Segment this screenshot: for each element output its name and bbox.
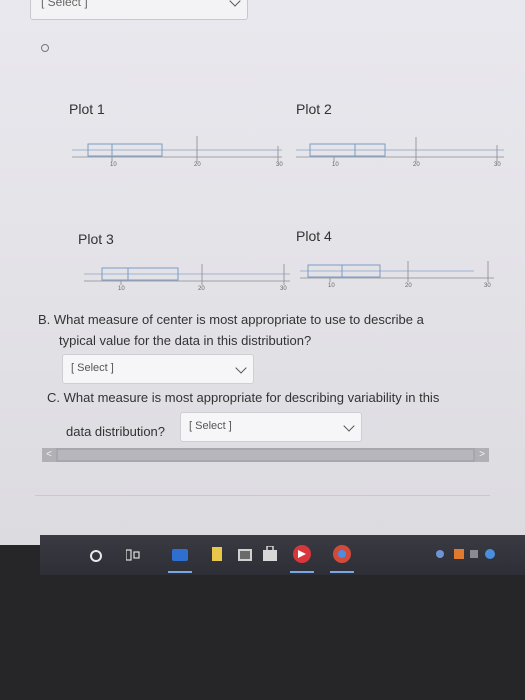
plot-2-title: Plot 2 <box>296 101 332 117</box>
plot-3-tick-20: 20 <box>198 286 205 292</box>
plot-2: 10 20 30 <box>296 137 504 182</box>
plot-1: 10 20 30 <box>72 136 283 181</box>
store-icon[interactable] <box>262 546 278 562</box>
question-c-select[interactable]: [ Select ] <box>180 412 362 442</box>
task-view-icon[interactable] <box>126 549 140 561</box>
file-explorer-icon[interactable] <box>212 547 222 561</box>
plot-1-tick-20: 20 <box>194 162 201 168</box>
top-select-dropdown[interactable]: [ Select ] <box>30 0 248 20</box>
active-app-indicator <box>168 571 192 573</box>
mail-icon[interactable] <box>238 549 252 561</box>
plot-3-tick-30: 30 <box>280 286 287 292</box>
chrome-browser-icon[interactable] <box>332 545 352 563</box>
plot-4-tick-20: 20 <box>405 283 412 289</box>
plot-1-title: Plot 1 <box>69 101 105 117</box>
plot-1-boxplot: 10 20 30 <box>72 136 283 168</box>
plot-1-tick-10: 10 <box>110 162 117 168</box>
app-shortcut-red-icon[interactable] <box>292 545 312 563</box>
plot-4-tick-10: 10 <box>328 283 335 289</box>
plot-2-tick-30: 30 <box>494 162 501 168</box>
plot-1-tick-30: 30 <box>276 162 283 168</box>
plot-2-boxplot: 10 20 30 <box>296 137 504 168</box>
horizontal-scrollbar[interactable]: < > <box>42 448 489 462</box>
taskbar <box>40 535 525 575</box>
page-divider <box>35 495 490 496</box>
cortana-search-icon[interactable] <box>90 550 102 562</box>
plot-2-tick-10: 10 <box>332 162 339 168</box>
plot-4-tick-30: 30 <box>484 283 491 289</box>
plot-2-tick-20: 20 <box>413 162 420 168</box>
scroll-left-arrow[interactable]: < <box>42 448 56 462</box>
radio-button[interactable] <box>41 44 49 52</box>
scroll-right-arrow[interactable]: > <box>475 448 489 462</box>
plot-3-tick-10: 10 <box>118 286 125 292</box>
question-b-line-1: B. What measure of center is most approp… <box>38 312 424 327</box>
plot-3: 10 20 30 <box>84 264 290 305</box>
question-c-line-1: C. What measure is most appropriate for … <box>47 390 440 405</box>
plot-4-title: Plot 4 <box>296 228 332 244</box>
open-app-indicator <box>290 571 314 573</box>
question-c-line-2: data distribution? <box>66 424 166 439</box>
plot-4: 10 20 30 <box>300 261 494 302</box>
question-b-select-label: [ Select ] <box>71 362 114 374</box>
edge-browser-icon[interactable] <box>172 549 188 561</box>
open-app-indicator <box>330 571 354 573</box>
plot-3-title: Plot 3 <box>78 231 114 247</box>
system-tray-icons[interactable] <box>434 547 504 561</box>
plot-4-boxplot: 10 20 30 <box>300 261 494 289</box>
chevron-down-icon <box>235 362 247 374</box>
question-c-select-label: [ Select ] <box>189 420 232 432</box>
scroll-thumb[interactable] <box>58 450 473 460</box>
question-b-line-2: typical value for the data in this distr… <box>59 333 312 348</box>
top-select-label: [ Select ] <box>41 0 88 9</box>
chevron-down-icon <box>229 0 241 7</box>
plot-3-boxplot: 10 20 30 <box>84 264 290 292</box>
question-b-select[interactable]: [ Select ] <box>62 354 254 384</box>
quiz-page: [ Select ] Plot 1 10 20 30 Plot 2 10 20 … <box>0 0 525 545</box>
chevron-down-icon <box>343 420 355 432</box>
